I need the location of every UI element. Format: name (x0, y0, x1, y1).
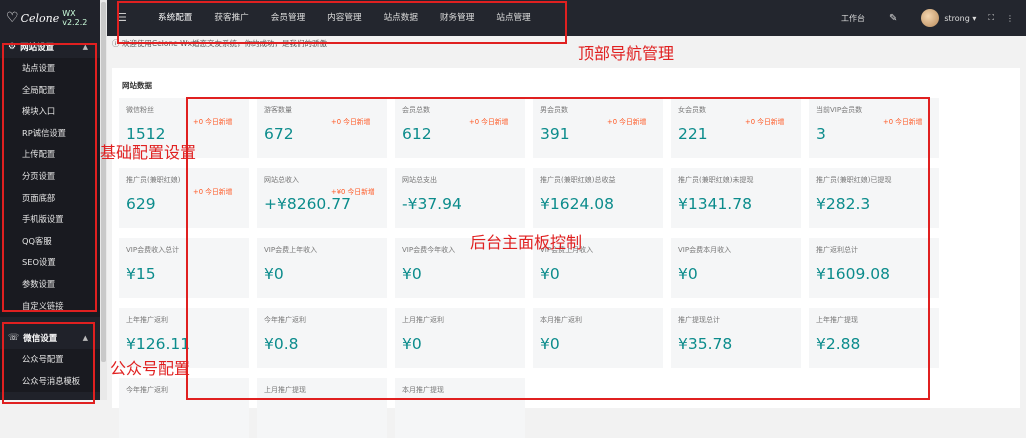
stat-label: 推广员(兼职红娘) (126, 176, 181, 184)
stat-value: ¥15 (126, 265, 156, 283)
user-menu[interactable]: strong ▾ (944, 14, 976, 23)
top-nav-highlight (117, 1, 567, 44)
annotation-wechat-config: 公众号配置 (110, 359, 191, 378)
stat-value: ¥126.11 (126, 335, 191, 353)
more-icon[interactable]: ⋮ (1006, 14, 1014, 23)
heart-logo-icon: ♡ (6, 10, 19, 26)
stat-value: 629 (126, 195, 156, 213)
stat-label: 微信粉丝 (126, 106, 154, 114)
workbench-link[interactable]: 工作台 (841, 13, 865, 24)
stat-label: 上年推广返利 (126, 316, 168, 324)
annotation-main-panel: 后台主面板控制 (470, 233, 583, 252)
wechat-config-highlight (2, 322, 95, 404)
scrollbar-thumb[interactable] (101, 2, 106, 362)
username: strong (944, 13, 970, 23)
caret-down-icon: ▾ (972, 13, 977, 23)
annotation-top-nav: 顶部导航管理 (578, 44, 675, 63)
clear-cache-icon[interactable]: ✎ (889, 13, 897, 24)
basic-config-highlight (2, 43, 97, 312)
version-label: WX v2.2.2 (62, 9, 88, 27)
annotation-basic-config: 基础配置设置 (100, 143, 197, 162)
sidebar-scrollbar[interactable] (100, 0, 107, 400)
avatar[interactable] (921, 9, 940, 27)
fullscreen-icon[interactable]: ⛶ (988, 13, 994, 23)
brand-name: Celone (20, 11, 60, 25)
logo[interactable]: ♡ Celone WX v2.2.2 (0, 0, 100, 36)
panel-title: 网站数据 (122, 81, 152, 90)
stat-label: VIP会费收入总计 (126, 246, 180, 254)
stat-label: 今年推广返利 (126, 386, 168, 394)
